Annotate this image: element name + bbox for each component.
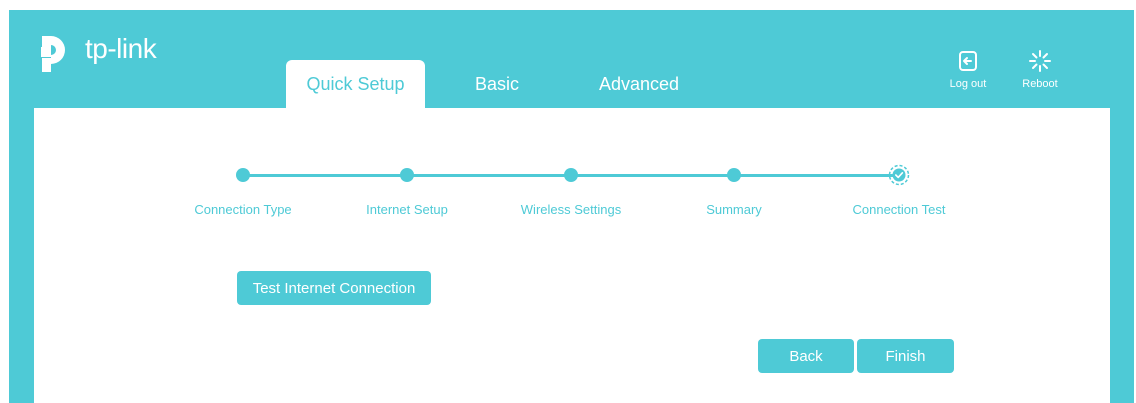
step-label-summary: Summary (706, 202, 762, 217)
reboot-icon (1029, 50, 1051, 72)
finish-button[interactable]: Finish (857, 339, 954, 373)
tab-advanced[interactable]: Advanced (589, 60, 689, 108)
step-dot-internet-setup (400, 168, 414, 182)
step-current-check-icon (888, 164, 910, 186)
brand-name: tp-link (85, 33, 157, 64)
logout-button[interactable]: Log out (938, 50, 998, 90)
back-button[interactable]: Back (758, 339, 854, 373)
logout-label: Log out (949, 78, 987, 90)
step-dot-summary (727, 168, 741, 182)
logout-icon (959, 51, 977, 71)
step-dot-connection-type (236, 168, 250, 182)
tp-link-logo-mark (41, 36, 65, 72)
tab-basic[interactable]: Basic (459, 60, 535, 108)
step-label-connection-test: Connection Test (852, 202, 946, 217)
step-dot-wireless-settings (564, 168, 578, 182)
app-frame: tp-link Quick Setup Basic Advanced Log o… (9, 10, 1134, 403)
step-label-internet-setup: Internet Setup (366, 202, 448, 217)
reboot-button[interactable]: Reboot (1010, 50, 1070, 90)
step-label-wireless-settings: Wireless Settings (520, 202, 622, 217)
step-label-connection-type: Connection Type (194, 202, 292, 217)
main-content: Connection Type Internet Setup Wireless … (34, 108, 1110, 403)
test-internet-connection-button[interactable]: Test Internet Connection (237, 271, 431, 305)
setup-progress: Connection Type Internet Setup Wireless … (34, 108, 1110, 238)
tab-quick-setup[interactable]: Quick Setup (286, 60, 425, 108)
reboot-label: Reboot (1022, 78, 1058, 90)
